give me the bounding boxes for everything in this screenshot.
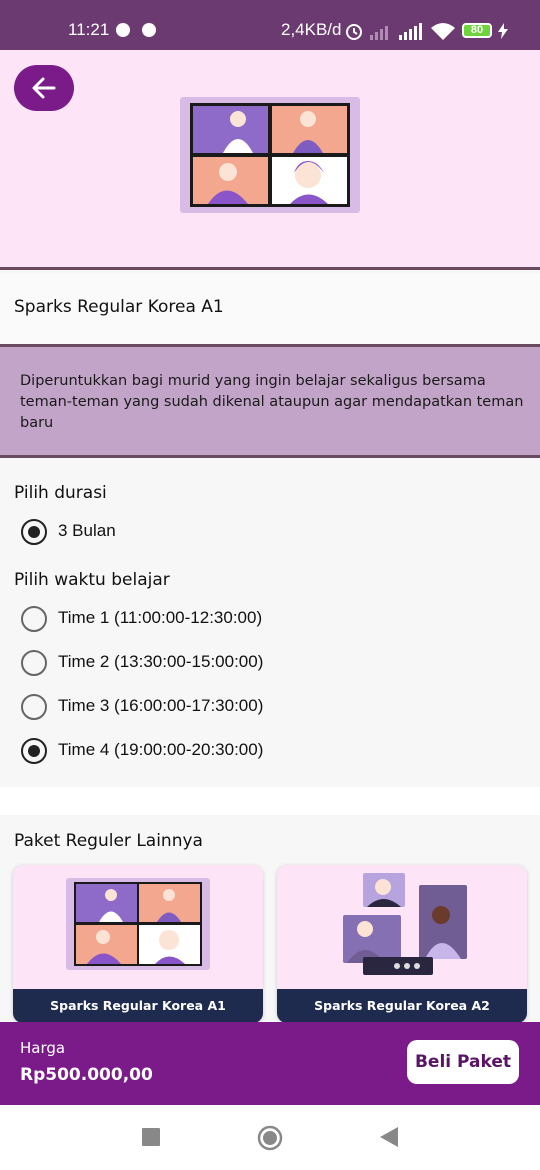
duration-label: Pilih durasi — [14, 483, 107, 503]
radio-button[interactable] — [21, 606, 47, 632]
schedule-option-label: Time 4 (19:00:00-20:30:00) — [58, 740, 264, 759]
charging-icon — [498, 23, 508, 39]
checkout-bar: Harga Rp500.000,00 Beli Paket — [0, 1022, 540, 1105]
buy-package-button[interactable]: Beli Paket — [407, 1040, 519, 1084]
header-banner — [0, 50, 540, 270]
package-card-name: Sparks Regular Korea A1 — [13, 989, 263, 1023]
schedule-option[interactable]: Time 1 (11:00:00-12:30:00) — [21, 604, 421, 634]
back-button[interactable] — [14, 65, 74, 111]
schedule-option[interactable]: Time 4 (19:00:00-20:30:00) — [21, 736, 421, 766]
schedule-option-label: Time 2 (13:30:00-15:00:00) — [58, 652, 264, 671]
package-card[interactable]: Sparks Regular Korea A2 — [277, 865, 527, 1023]
duration-option-label: 3 Bulan — [58, 521, 116, 540]
video-call-illustration — [180, 97, 360, 213]
schedule-option-label: Time 3 (16:00:00-17:30:00) — [58, 696, 264, 715]
package-card-name: Sparks Regular Korea A2 — [277, 989, 527, 1023]
package-title-section: Sparks Regular Korea A1 — [0, 273, 540, 344]
network-speed: 2,4KB/d — [281, 20, 342, 39]
wifi-icon — [431, 23, 455, 40]
radio-button[interactable] — [21, 694, 47, 720]
other-packages-title: Paket Reguler Lainnya — [14, 831, 203, 851]
alarm-icon — [346, 24, 362, 40]
schedule-label: Pilih waktu belajar — [14, 570, 170, 590]
signal-off-icon — [370, 26, 388, 40]
back-icon[interactable] — [380, 1127, 398, 1147]
price-label: Harga — [20, 1039, 66, 1057]
system-nav-bar — [0, 1105, 540, 1170]
status-time: 11:21 — [68, 20, 110, 39]
radio-button[interactable] — [21, 650, 47, 676]
video-call-illustration — [66, 878, 210, 970]
notification-icon — [142, 23, 156, 37]
package-description: Diperuntukkan bagi murid yang ingin bela… — [20, 373, 524, 431]
section-divider — [0, 787, 540, 815]
package-description-box: Diperuntukkan bagi murid yang ingin bela… — [0, 344, 540, 458]
battery-icon: 80 — [462, 23, 492, 38]
package-title: Sparks Regular Korea A1 — [14, 297, 224, 317]
signal-icon — [399, 23, 422, 40]
status-bar: 11:21 2,4KB/d 80 — [0, 0, 540, 50]
price-value: Rp500.000,00 — [20, 1065, 153, 1085]
duration-option[interactable]: 3 Bulan — [21, 517, 421, 547]
other-packages-section: Paket Reguler Lainnya Sparks Regular Kor… — [0, 815, 540, 1025]
package-card[interactable]: Sparks Regular Korea A1 — [13, 865, 263, 1023]
notification-icon — [116, 23, 130, 37]
schedule-option[interactable]: Time 3 (16:00:00-17:30:00) — [21, 692, 421, 722]
recent-apps-icon[interactable] — [142, 1128, 160, 1146]
online-meeting-illustration — [343, 873, 467, 975]
schedule-option[interactable]: Time 2 (13:30:00-15:00:00) — [21, 648, 421, 678]
schedule-option-label: Time 1 (11:00:00-12:30:00) — [58, 608, 263, 627]
radio-button[interactable] — [21, 738, 47, 764]
home-icon[interactable] — [257, 1125, 283, 1151]
options-section: Pilih durasi 3 Bulan Pilih waktu belajar… — [0, 461, 540, 787]
radio-button[interactable] — [21, 519, 47, 545]
arrow-left-icon — [32, 77, 56, 99]
